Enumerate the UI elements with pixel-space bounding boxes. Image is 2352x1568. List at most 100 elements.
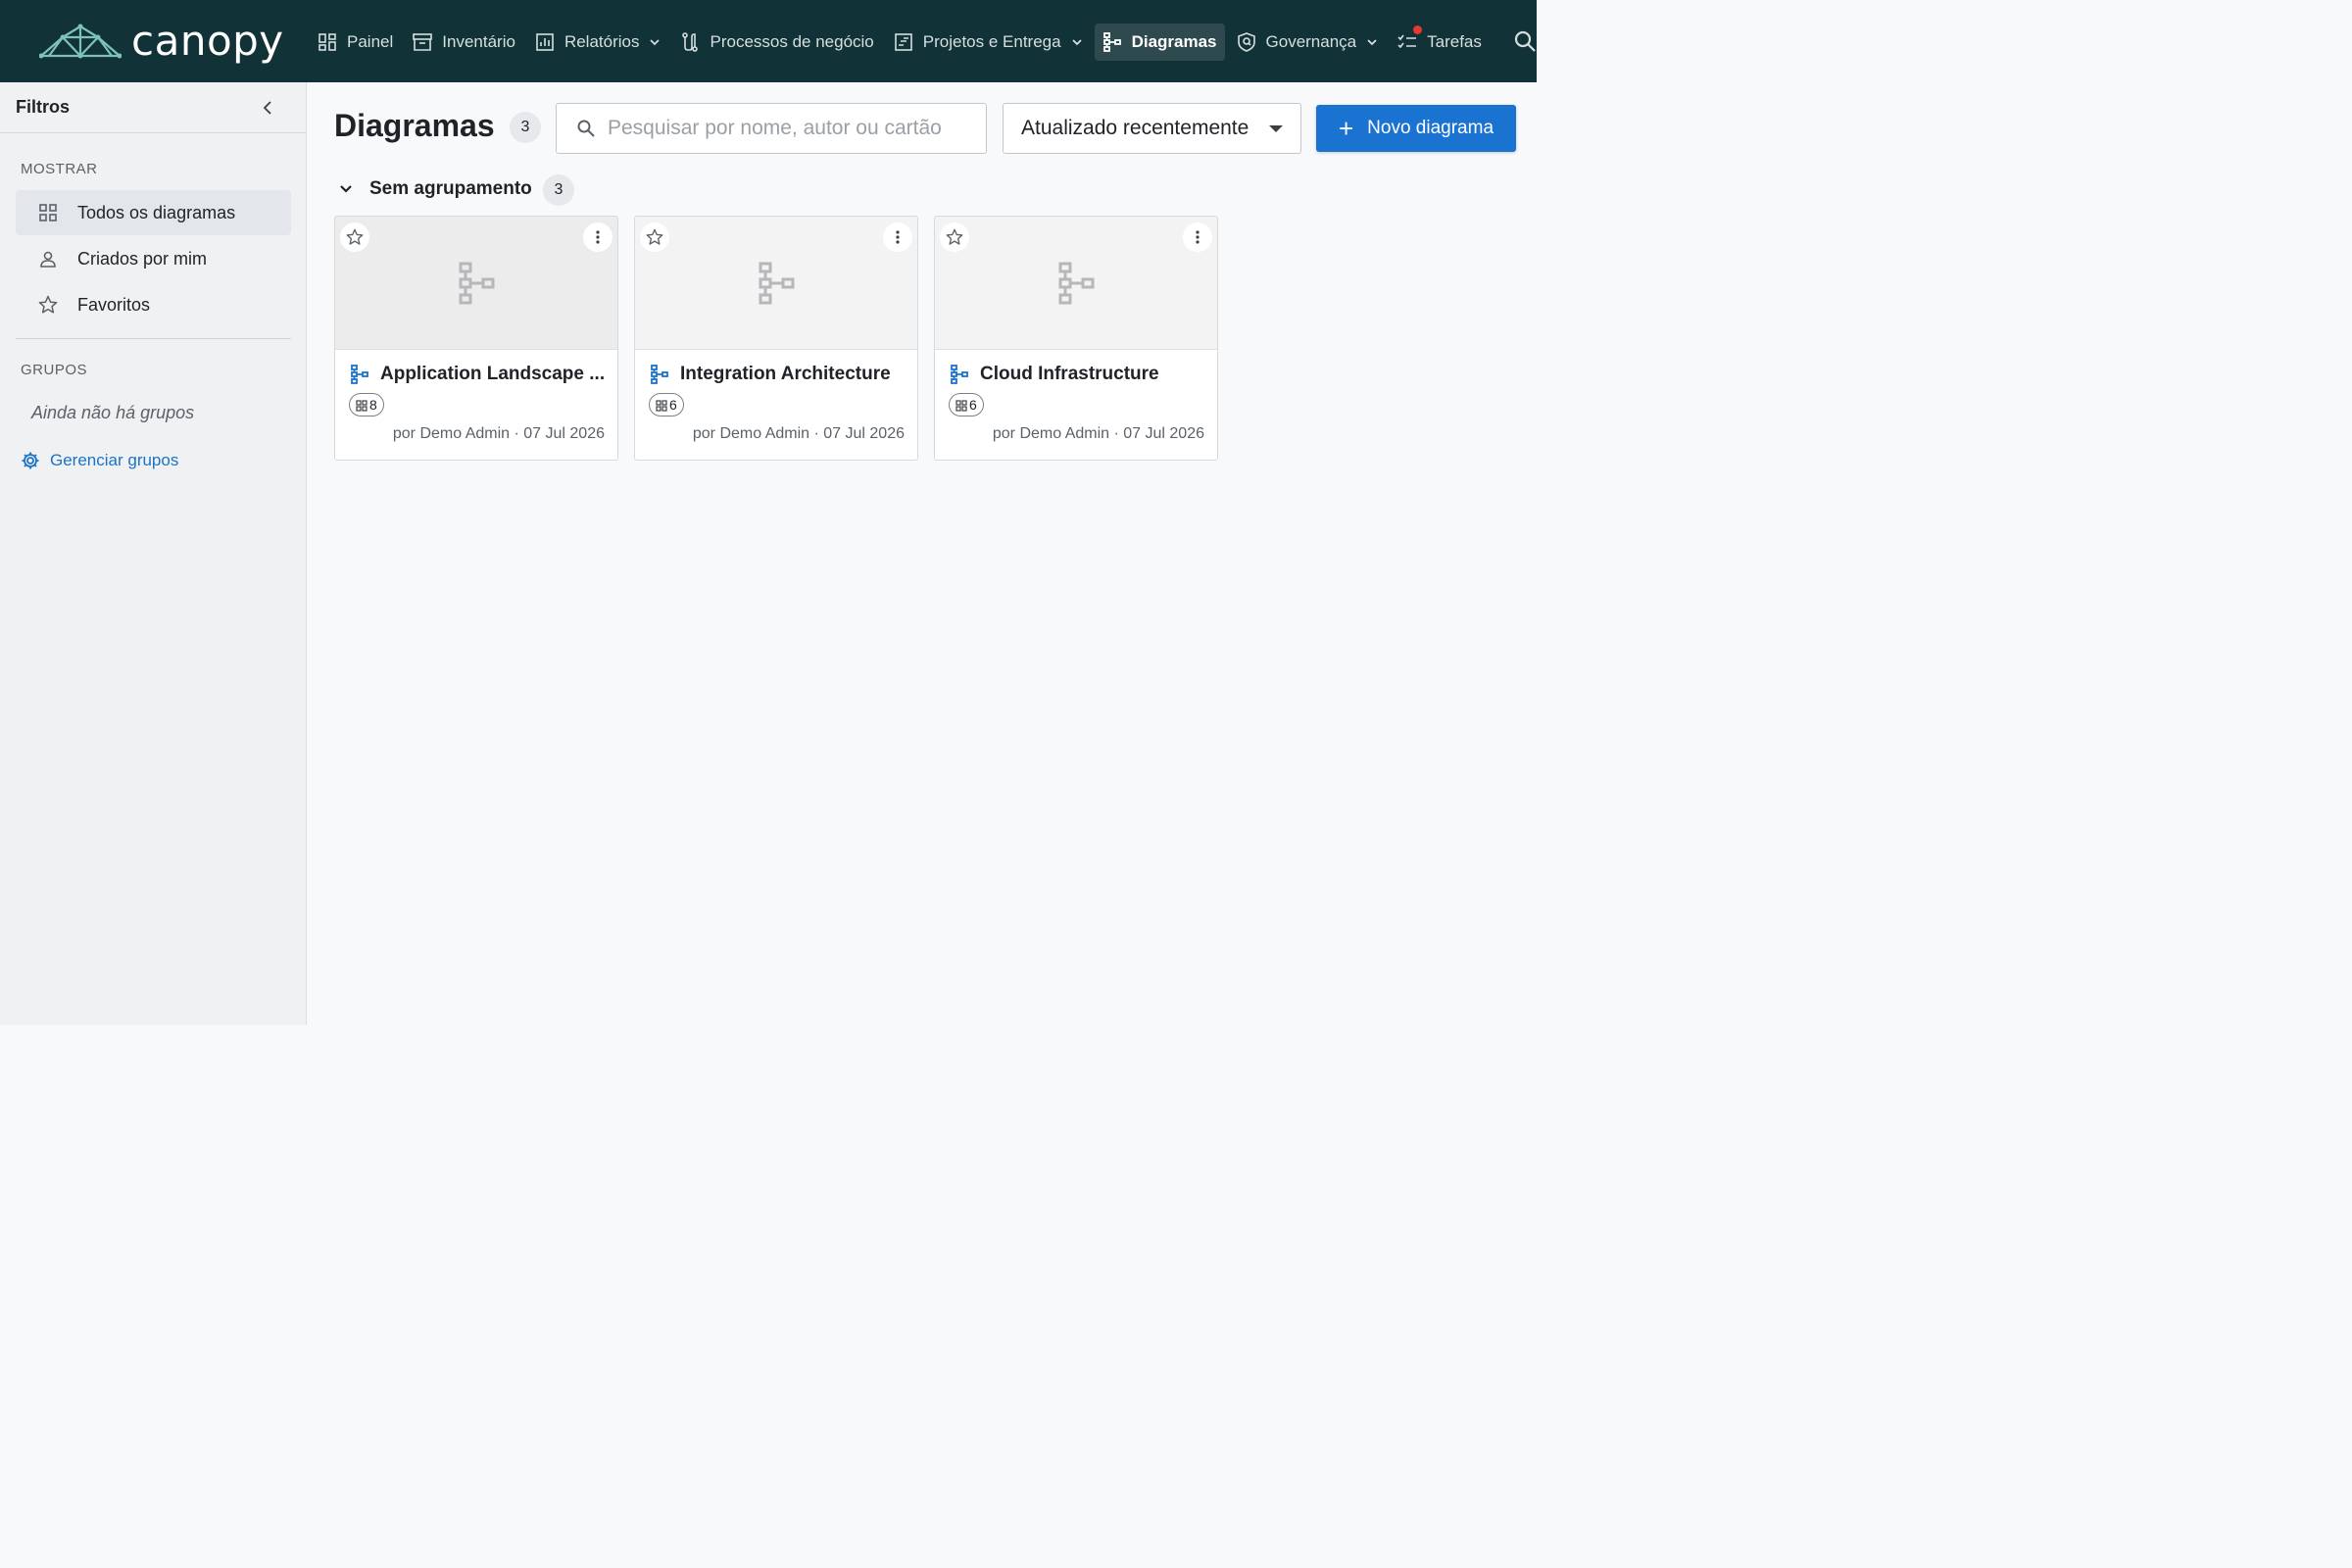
diagram-count-badge: 3 — [510, 112, 541, 143]
new-diagram-button[interactable]: + Novo diagrama — [1316, 105, 1516, 152]
chevron-down-icon — [1366, 36, 1378, 48]
app-name: canopy — [131, 17, 284, 65]
element-count-chip: 6 — [949, 393, 984, 416]
more-options-icon[interactable] — [583, 222, 612, 252]
top-navigation-bar: canopy Painel Inventário Relatórios Proc… — [0, 0, 1537, 82]
nav-label: Painel — [347, 32, 394, 51]
sort-value: Atualizado recentemente — [1021, 117, 1250, 139]
filter-created-by-me[interactable]: Criados por mim — [16, 236, 291, 281]
nav-label: Projetos e Entrega — [922, 32, 1061, 51]
main-nav: Painel Inventário Relatórios Processos d… — [310, 24, 1494, 61]
element-count-chip: 6 — [649, 393, 684, 416]
project-icon — [894, 32, 913, 52]
card-title-row: Integration Architecture — [651, 364, 909, 385]
diagram-icon — [951, 365, 968, 384]
diagram-card[interactable]: Integration Architecture 6 por Demo Admi… — [634, 216, 918, 461]
card-title-row: Application Landscape ... — [351, 364, 610, 385]
show-section-label: MOSTRAR — [21, 161, 98, 177]
diagram-icon — [1102, 32, 1122, 52]
card-title-row: Cloud Infrastructure — [951, 364, 1209, 385]
elements-icon — [356, 399, 368, 412]
diagram-thumbnail — [335, 217, 617, 350]
diagram-placeholder-icon — [759, 262, 796, 305]
archive-icon — [413, 32, 433, 52]
chevron-down-icon — [649, 36, 661, 48]
plus-icon: + — [1338, 114, 1354, 143]
filter-label: Todos os diagramas — [77, 202, 236, 222]
sidebar-divider — [16, 338, 291, 339]
diagram-placeholder-icon — [459, 262, 496, 305]
diagram-icon — [651, 365, 668, 384]
nav-label: Relatórios — [564, 32, 640, 51]
nav-label: Tarefas — [1427, 32, 1482, 51]
nav-label: Governança — [1265, 32, 1357, 51]
groups-empty-message: Ainda não há grupos — [31, 403, 195, 422]
elements-icon — [956, 399, 967, 412]
search-field[interactable] — [556, 103, 987, 154]
process-icon — [680, 32, 700, 52]
group-header[interactable]: Sem agrupamento — [334, 174, 532, 204]
search-input[interactable] — [608, 117, 980, 140]
sidebar-title: Filtros — [16, 97, 71, 117]
more-options-icon[interactable] — [883, 222, 912, 252]
more-options-icon[interactable] — [1183, 222, 1212, 252]
tasks-icon — [1397, 32, 1417, 52]
diagram-placeholder-icon — [1058, 262, 1096, 305]
favorite-star-icon[interactable] — [940, 222, 969, 252]
person-icon — [37, 248, 59, 270]
card-title: Integration Architecture — [680, 364, 891, 384]
element-count: 6 — [669, 397, 677, 413]
favorite-star-icon[interactable] — [340, 222, 369, 252]
sidebar-header: Filtros — [0, 82, 306, 133]
dashboard-icon — [318, 32, 337, 52]
group-count-badge: 3 — [543, 174, 574, 206]
filters-sidebar: Filtros MOSTRAR Todos os diagramas Criad… — [0, 82, 307, 1025]
nav-item-governanca[interactable]: Governança — [1229, 24, 1387, 61]
nav-item-processos[interactable]: Processos de negócio — [672, 24, 881, 61]
grid-icon — [37, 202, 59, 223]
shield-icon — [1237, 32, 1256, 52]
nav-item-tarefas[interactable]: Tarefas — [1390, 24, 1490, 61]
diagram-thumbnail — [935, 217, 1217, 350]
filter-all-diagrams[interactable]: Todos os diagramas — [16, 190, 291, 235]
element-count-chip: 8 — [349, 393, 384, 416]
collapse-sidebar-icon[interactable] — [259, 98, 278, 118]
gear-icon — [21, 451, 40, 470]
favorite-star-icon[interactable] — [640, 222, 669, 252]
nav-item-inventario[interactable]: Inventário — [405, 24, 523, 61]
manage-groups-link[interactable]: Gerenciar grupos — [21, 451, 178, 470]
element-count: 8 — [369, 397, 377, 413]
nav-item-painel[interactable]: Painel — [310, 24, 401, 61]
elements-icon — [656, 399, 667, 412]
notification-dot — [1413, 25, 1423, 34]
nav-item-relatorios[interactable]: Relatórios — [527, 24, 669, 61]
canopy-logo[interactable]: canopy — [39, 16, 284, 67]
canopy-logo-icon — [39, 24, 122, 59]
nav-item-diagramas[interactable]: Diagramas — [1094, 24, 1225, 61]
card-meta: por Demo Admin · 07 Jul 2026 — [992, 425, 1204, 442]
chart-icon — [535, 32, 555, 52]
new-diagram-label: Novo diagrama — [1367, 118, 1494, 138]
diagram-card[interactable]: Application Landscape ... 8 por Demo Adm… — [334, 216, 618, 461]
nav-item-projetos[interactable]: Projetos e Entrega — [886, 24, 1091, 61]
search-icon — [576, 119, 596, 138]
groups-section-label: GRUPOS — [21, 362, 88, 378]
page-title: Diagramas — [334, 108, 495, 143]
filter-label: Favoritos — [77, 294, 151, 315]
element-count: 6 — [969, 397, 977, 413]
diagram-thumbnail — [635, 217, 917, 350]
card-title: Application Landscape ... — [380, 364, 606, 384]
search-icon[interactable] — [1513, 29, 1537, 53]
chevron-down-icon — [334, 177, 358, 201]
diagram-card[interactable]: Cloud Infrastructure 6 por Demo Admin · … — [934, 216, 1218, 461]
card-meta: por Demo Admin · 07 Jul 2026 — [692, 425, 905, 442]
group-title: Sem agrupamento — [369, 178, 532, 199]
caret-down-icon — [1269, 125, 1283, 132]
nav-label: Diagramas — [1131, 32, 1217, 51]
manage-groups-label: Gerenciar grupos — [50, 451, 179, 469]
filter-favorites[interactable]: Favoritos — [16, 282, 291, 327]
card-title: Cloud Infrastructure — [980, 364, 1159, 384]
sort-dropdown[interactable]: Atualizado recentemente — [1003, 103, 1301, 154]
nav-label: Processos de negócio — [710, 32, 874, 51]
star-icon — [37, 294, 59, 316]
